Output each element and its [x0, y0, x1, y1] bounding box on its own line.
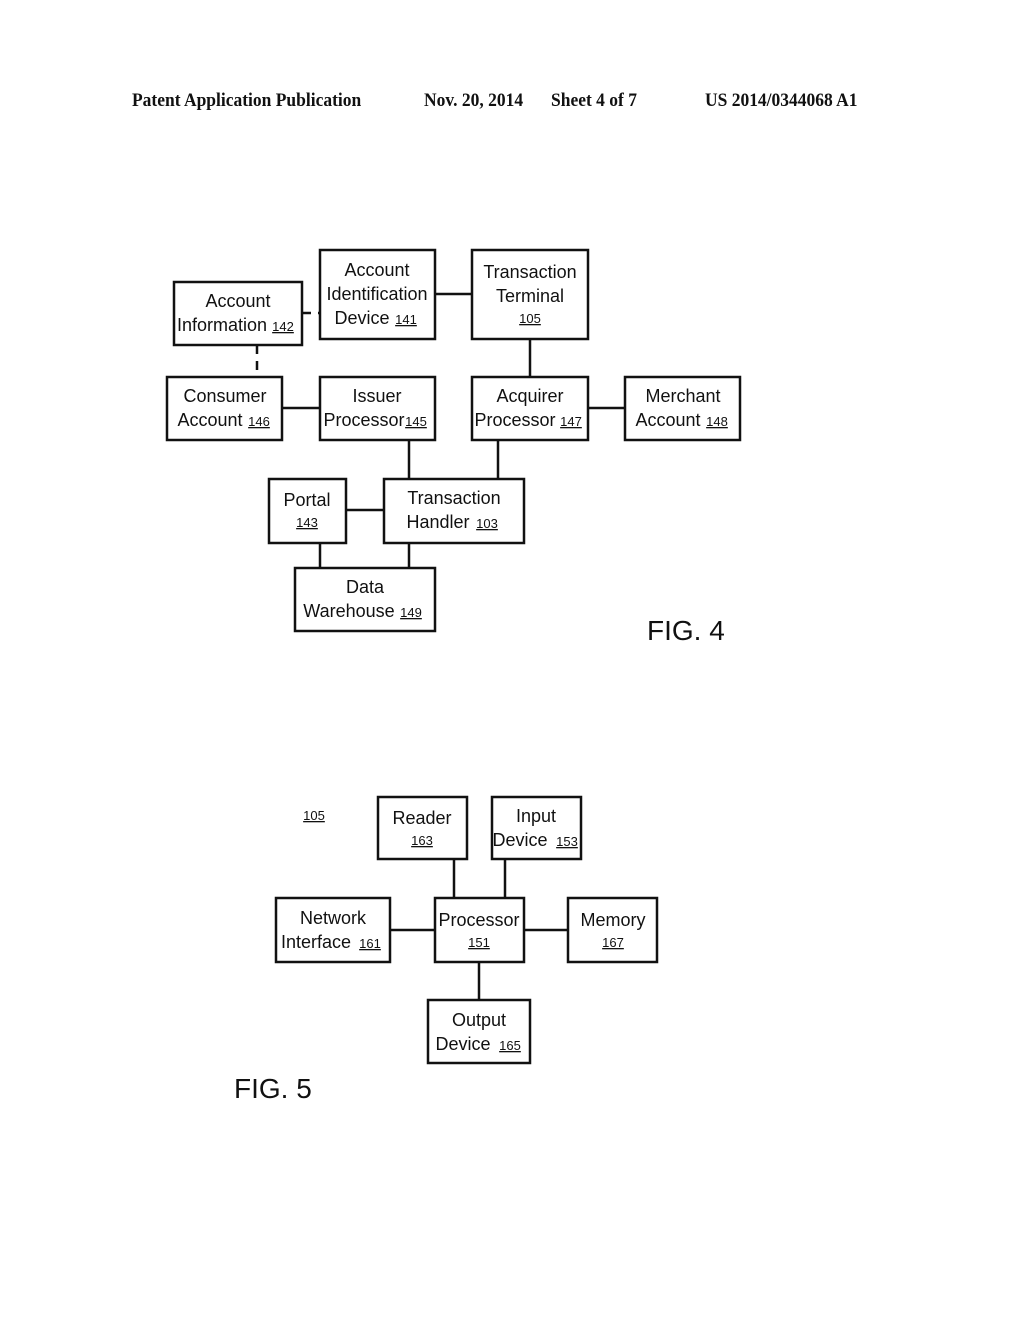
box-label: Reader: [392, 808, 451, 828]
box-account-information: Account Information 142: [172, 280, 304, 347]
ref-numeral: 147: [560, 414, 582, 429]
box-label: Account: [344, 260, 409, 280]
box-label: Acquirer: [496, 386, 563, 406]
box-memory: Memory 167: [566, 896, 659, 964]
box-label: Account: [177, 410, 242, 430]
box-label: Output: [452, 1010, 506, 1030]
box-transaction-terminal: Transaction Terminal 105: [470, 248, 590, 341]
fig5-label: FIG. 5: [234, 1073, 312, 1104]
box-label: Interface: [281, 932, 351, 952]
ref-numeral: 148: [706, 414, 728, 429]
ref-numeral: 165: [499, 1038, 521, 1053]
ref-numeral: 151: [468, 935, 490, 950]
box-label: Device: [492, 830, 547, 850]
box-label: Warehouse: [303, 601, 394, 621]
box-label: Identification: [326, 284, 427, 304]
ref-numeral: 142: [272, 319, 294, 334]
ref-numeral: 163: [411, 833, 433, 848]
ref-numeral: 167: [602, 935, 624, 950]
ref-numeral: 146: [248, 414, 270, 429]
ref-numeral: 145: [405, 414, 427, 429]
patent-drawing: Account Information 142 Account Identifi…: [165, 248, 742, 1104]
box-label: Issuer: [352, 386, 401, 406]
ref-numeral: 143: [296, 515, 318, 530]
box-label: Merchant: [645, 386, 720, 406]
fig5-ref-numeral: 105: [303, 808, 325, 823]
box-label: Handler: [406, 512, 469, 532]
box-account-identification-device: Account Identification Device 141: [318, 248, 437, 341]
box-label: Device: [435, 1034, 490, 1054]
box-output-device: Output Device 165: [426, 998, 532, 1065]
box-input-device: Input Device 153: [490, 795, 583, 861]
ref-numeral: 149: [400, 605, 422, 620]
ref-numeral: 103: [476, 516, 498, 531]
box-network-interface: Network Interface 161: [274, 896, 392, 964]
box-reader: Reader 163: [376, 795, 469, 861]
box-processor: Processor 151: [433, 896, 526, 964]
ref-numeral: 161: [359, 936, 381, 951]
box-label: Information: [177, 315, 267, 335]
box-label: Consumer: [183, 386, 266, 406]
box-label: Processor: [474, 410, 555, 430]
box-transaction-handler: Transaction Handler 103: [382, 477, 526, 545]
box-label: Network: [300, 908, 367, 928]
box-label: Data: [346, 577, 385, 597]
ref-numeral: 141: [395, 312, 417, 327]
box-issuer-processor: Issuer Processor 145: [318, 375, 437, 442]
ref-numeral: 105: [519, 311, 541, 326]
box-label: Input: [516, 806, 556, 826]
box-acquirer-processor: Acquirer Processor 147: [470, 375, 590, 442]
ref-numeral: 153: [556, 834, 578, 849]
box-label: Portal: [283, 490, 330, 510]
box-label: Processor: [323, 410, 404, 430]
box-label: Memory: [580, 910, 645, 930]
fig4-label: FIG. 4: [647, 615, 725, 646]
box-label: Device: [334, 308, 389, 328]
box-label: Transaction: [483, 262, 576, 282]
box-label: Transaction: [407, 488, 500, 508]
box-label: Processor: [438, 910, 519, 930]
box-portal: Portal 143: [267, 477, 348, 545]
box-data-warehouse: Data Warehouse 149: [293, 566, 437, 633]
box-label: Account: [635, 410, 700, 430]
box-label: Account: [205, 291, 270, 311]
box-merchant-account: Merchant Account 148: [623, 375, 742, 442]
box-label: Terminal: [496, 286, 564, 306]
box-consumer-account: Consumer Account 146: [165, 375, 284, 442]
